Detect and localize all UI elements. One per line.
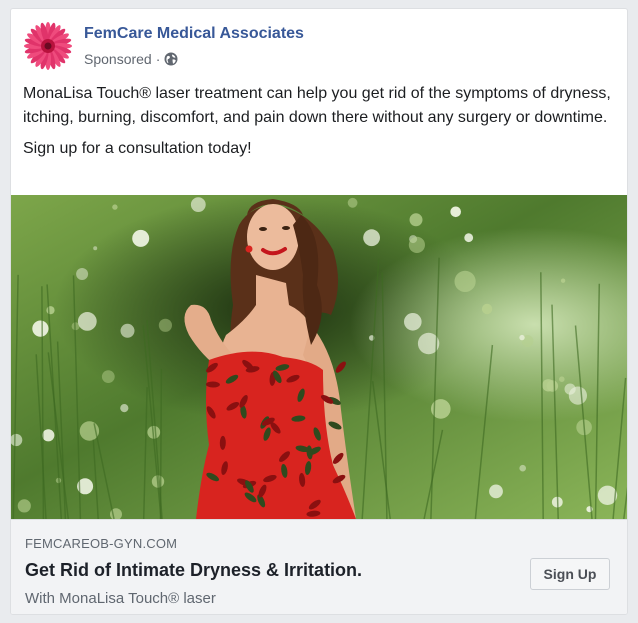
sign-up-button[interactable]: Sign Up	[530, 558, 610, 590]
page-avatar[interactable]	[23, 21, 73, 71]
sponsored-row: Sponsored ·	[84, 51, 178, 67]
link-preview[interactable]: FEMCAREOB-GYN.COM Get Rid of Intimate Dr…	[11, 519, 627, 614]
sponsored-label[interactable]: Sponsored	[84, 51, 152, 67]
flower-icon	[23, 21, 73, 71]
post-body-cta: Sign up for a consultation today!	[23, 140, 252, 157]
ad-image[interactable]	[11, 195, 627, 519]
link-headline[interactable]: Get Rid of Intimate Dryness & Irritation…	[25, 560, 362, 581]
globe-icon[interactable]	[164, 52, 178, 66]
separator-dot: ·	[155, 51, 161, 67]
post-header: FemCare Medical Associates Sponsored ·	[23, 21, 613, 73]
link-description: With MonaLisa Touch® laser	[25, 590, 216, 607]
post-body-paragraph: MonaLisa Touch® laser treatment can help…	[23, 85, 611, 126]
link-domain: FEMCAREOB-GYN.COM	[25, 536, 178, 551]
post-body: MonaLisa Touch® laser treatment can help…	[23, 82, 613, 161]
page-name-link[interactable]: FemCare Medical Associates	[84, 25, 304, 43]
sponsored-post-card: FemCare Medical Associates Sponsored · M…	[10, 8, 628, 615]
woman-in-field-photo	[11, 195, 627, 519]
